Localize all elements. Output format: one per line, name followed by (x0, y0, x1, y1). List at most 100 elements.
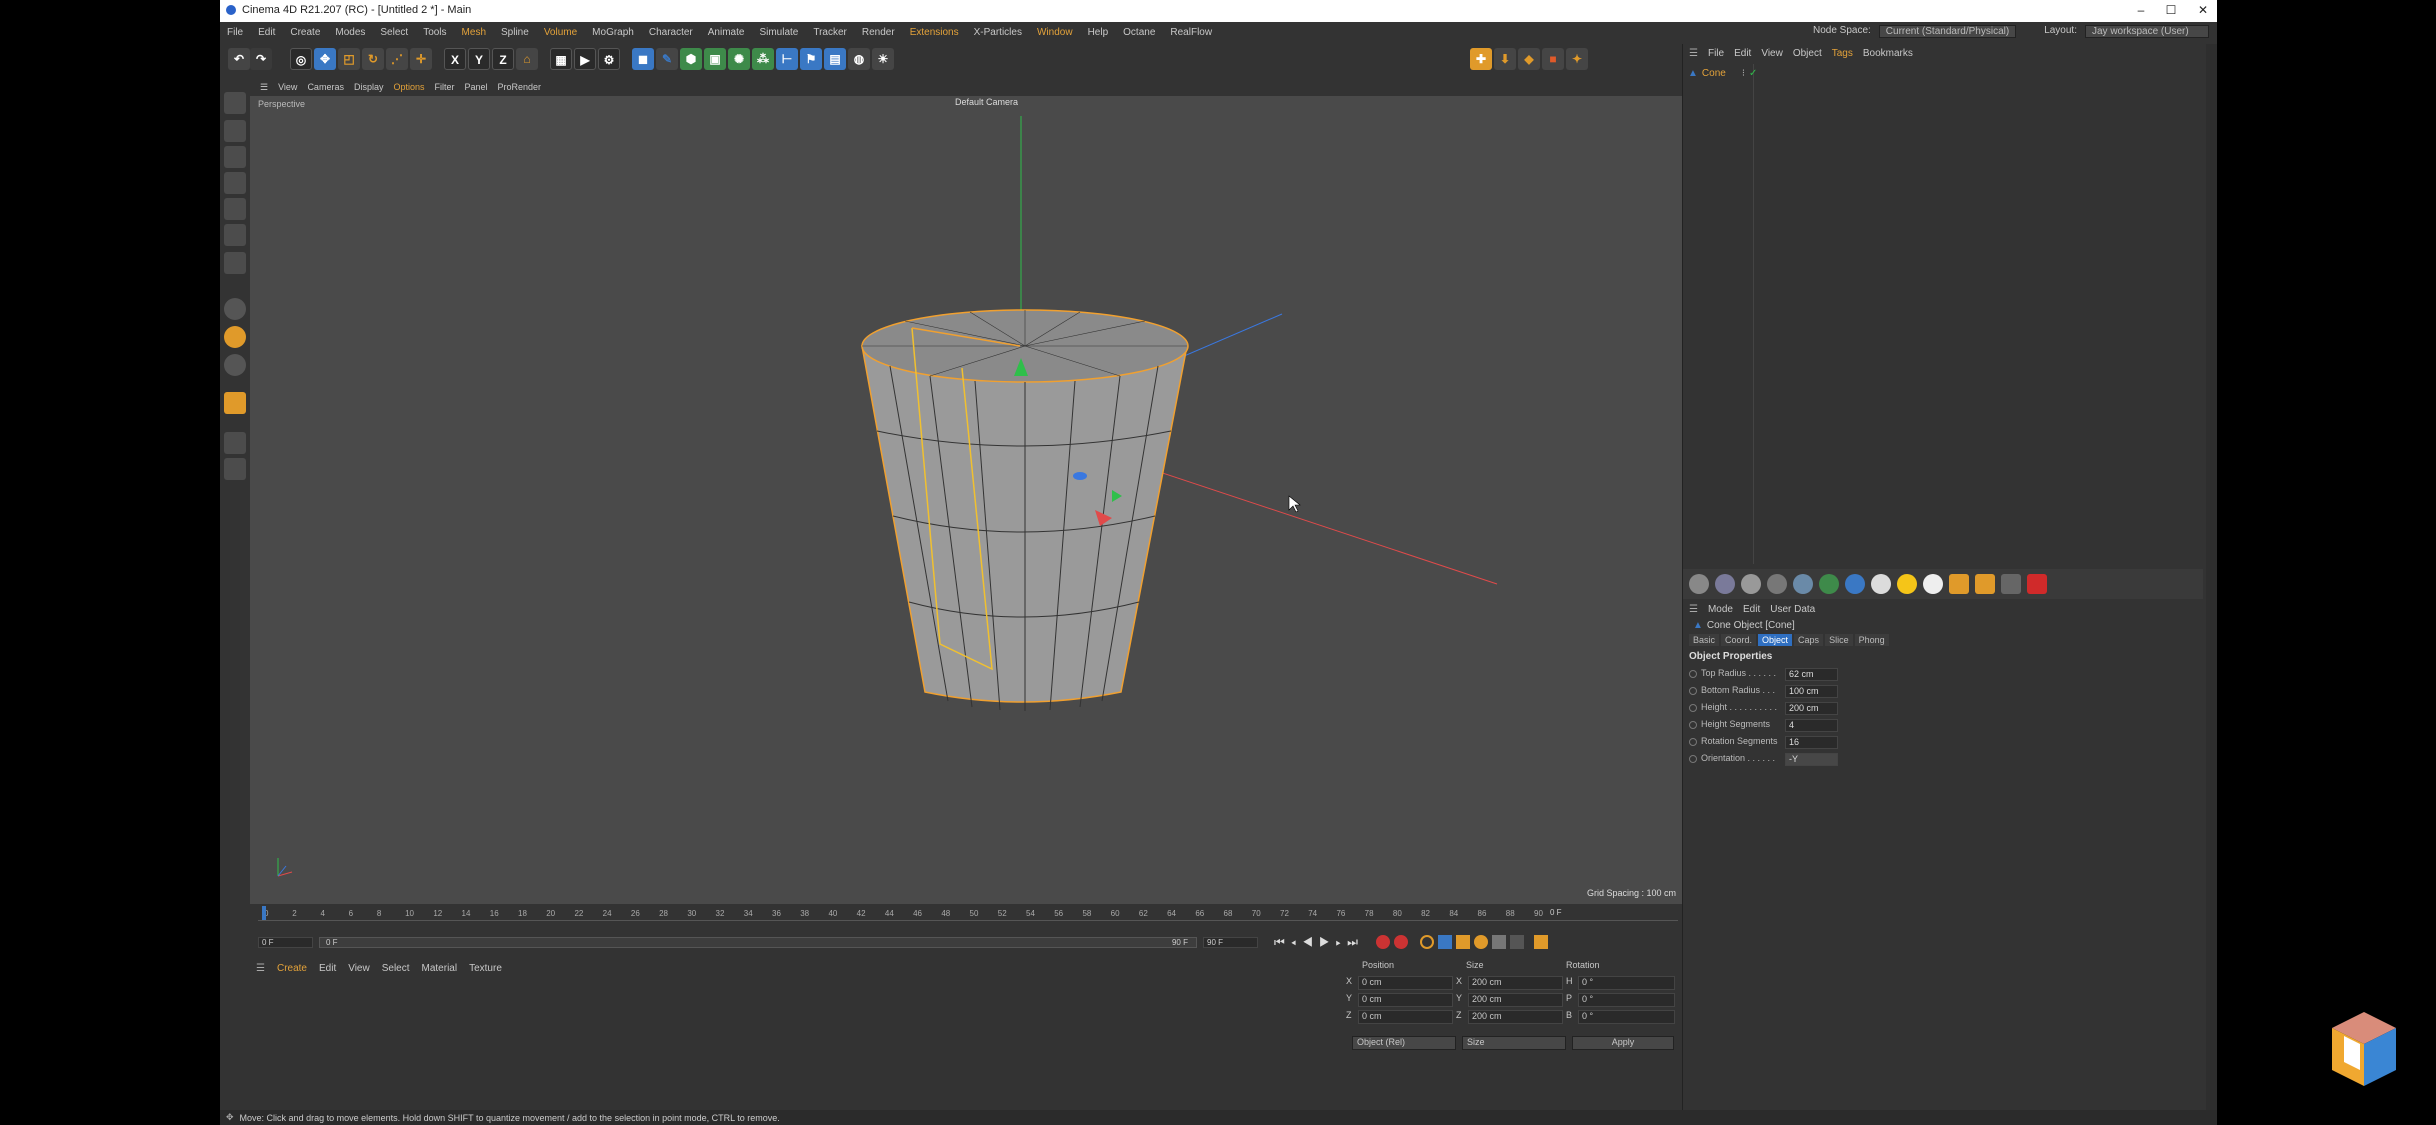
edges-mode-icon[interactable] (224, 224, 246, 246)
cloner-icon[interactable]: ⁂ (752, 48, 774, 70)
material-menu-view[interactable]: View (348, 963, 370, 974)
animate-property-icon[interactable] (1689, 687, 1697, 695)
keyframe-selection-icon[interactable] (1419, 935, 1434, 949)
object-manager-menu-tags[interactable]: Tags (1832, 48, 1853, 59)
menu-item-volume[interactable]: Volume (544, 27, 585, 38)
tab-phong[interactable]: Phong (1854, 634, 1889, 646)
attribute-menu-mode[interactable]: Mode (1708, 604, 1733, 615)
solo-icon[interactable] (224, 392, 246, 414)
menu-item-render[interactable]: Render (862, 27, 903, 38)
coordinate-mode-dropdown[interactable]: Object (Rel) (1352, 1036, 1456, 1050)
material-ball-icon-5[interactable] (1793, 574, 1813, 594)
octane-object-icon-1[interactable] (1949, 574, 1969, 594)
download-icon[interactable]: ⬇ (1494, 48, 1516, 70)
snap-icon-2[interactable] (224, 326, 246, 348)
camera-icon[interactable]: ◍ (848, 48, 870, 70)
plugin-icon-3[interactable]: ✦ (1566, 48, 1588, 70)
scale-tool-icon[interactable]: ◰ (338, 48, 360, 70)
animate-property-icon[interactable] (1689, 721, 1697, 729)
property-value-field[interactable]: 62 cm (1785, 668, 1838, 681)
menu-item-create[interactable]: Create (290, 27, 328, 38)
viewport-menu-prorender[interactable]: ProRender (498, 82, 542, 92)
parameter-key-icon[interactable] (1491, 935, 1506, 949)
material-ball-icon-7[interactable] (1845, 574, 1865, 594)
object-row-cone[interactable]: ▲ Cone ⁝ ✓ (1688, 68, 1757, 79)
perspective-viewport[interactable]: ☰ View Cameras Display Options Filter Panel Pro… (250, 78, 1682, 904)
material-menu-edit[interactable]: Edit (319, 963, 336, 974)
scale-key-icon[interactable] (1455, 935, 1470, 949)
start-frame-field[interactable]: 0 F (258, 936, 313, 948)
polygons-mode-icon[interactable] (224, 252, 246, 274)
menu-item-help[interactable]: Help (1088, 27, 1117, 38)
rotate-tool-icon[interactable]: ↻ (362, 48, 384, 70)
property-value-field[interactable]: 4 (1785, 719, 1838, 732)
viewport-menu-options[interactable]: Options (393, 82, 424, 92)
size-mode-dropdown[interactable]: Size (1462, 1036, 1566, 1050)
undo-icon[interactable]: ↶ (228, 48, 250, 70)
apply-button[interactable]: Apply (1572, 1036, 1674, 1050)
snap-icon-1[interactable] (224, 298, 246, 320)
object-manager-menu-file[interactable]: File (1708, 48, 1724, 59)
enabled-check-icon[interactable]: ✓ (1749, 68, 1757, 79)
subdivision-icon[interactable]: ⬢ (680, 48, 702, 70)
viewport-menu-cameras[interactable]: Cameras (307, 82, 344, 92)
tab-slice[interactable]: Slice (1825, 634, 1853, 646)
tab-object[interactable]: Object (1758, 634, 1793, 646)
array-icon[interactable]: ▣ (704, 48, 726, 70)
sun-icon[interactable] (1897, 574, 1917, 594)
material-menu-select[interactable]: Select (382, 963, 410, 974)
menu-item-file[interactable]: File (227, 27, 251, 38)
position-z-field[interactable]: 0 cm (1358, 1010, 1453, 1024)
menu-item-octane[interactable]: Octane (1123, 27, 1163, 38)
attribute-menu-edit[interactable]: Edit (1743, 604, 1760, 615)
menu-item-select[interactable]: Select (380, 27, 416, 38)
rotation-h-field[interactable]: 0 ° (1578, 976, 1675, 990)
material-ball-icon-4[interactable] (1767, 574, 1787, 594)
attribute-menu-user-data[interactable]: User Data (1770, 604, 1815, 615)
playback-controls[interactable]: ⏮◂◀▶▸⏭ (1274, 935, 1364, 950)
material-ball-icon-8[interactable] (1871, 574, 1891, 594)
record-icon[interactable] (1375, 935, 1390, 949)
field-icon[interactable]: ⊢ (776, 48, 798, 70)
rotation-key-icon[interactable] (1473, 935, 1488, 949)
layer-icon[interactable] (224, 432, 246, 454)
y-axis-lock-icon[interactable]: Y (468, 48, 490, 70)
tab-basic[interactable]: Basic (1689, 634, 1720, 646)
position-y-field[interactable]: 0 cm (1358, 993, 1453, 1007)
menu-item-animate[interactable]: Animate (708, 27, 753, 38)
redo-icon[interactable]: ↷ (250, 48, 272, 70)
object-manager-menu-view[interactable]: View (1761, 48, 1783, 59)
maximize-icon[interactable]: ☐ (2163, 3, 2179, 19)
viewport-menu-panel[interactable]: Panel (465, 82, 488, 92)
octane-object-icon-2[interactable] (1975, 574, 1995, 594)
hamburger-icon[interactable]: ☰ (260, 82, 268, 93)
plugin-icon-1[interactable]: ◆ (1518, 48, 1540, 70)
menu-item-tools[interactable]: Tools (423, 27, 454, 38)
texture-mode-icon[interactable] (224, 146, 246, 168)
size-z-field[interactable]: 200 cm (1468, 1010, 1563, 1024)
menu-item-simulate[interactable]: Simulate (759, 27, 806, 38)
coordinate-system-icon[interactable]: ⌂ (516, 48, 538, 70)
menu-item-mograph[interactable]: MoGraph (592, 27, 642, 38)
lock-workplane-icon[interactable] (224, 458, 246, 480)
pen-icon[interactable]: ✎ (656, 48, 678, 70)
add-icon[interactable]: ✚ (1470, 48, 1492, 70)
tab-caps[interactable]: Caps (1794, 634, 1824, 646)
end-frame-field[interactable]: 90 F (1203, 936, 1258, 948)
menu-item-character[interactable]: Character (649, 27, 701, 38)
rotation-p-field[interactable]: 0 ° (1578, 993, 1675, 1007)
live-selection-icon[interactable]: ◎ (290, 48, 312, 70)
size-y-field[interactable]: 200 cm (1468, 993, 1563, 1007)
property-value-field[interactable]: -Y (1785, 753, 1838, 766)
snap-icon-3[interactable] (224, 354, 246, 376)
menu-item-extensions[interactable]: Extensions (910, 27, 967, 38)
visibility-toggle-icon[interactable]: ⁝ (1742, 68, 1745, 79)
menu-item-spline[interactable]: Spline (501, 27, 537, 38)
viewport-menu-view[interactable]: View (278, 82, 297, 92)
close-icon[interactable]: ✕ (2195, 3, 2211, 19)
material-menu-texture[interactable]: Texture (469, 963, 502, 974)
position-x-field[interactable]: 0 cm (1358, 976, 1453, 990)
workplane-icon[interactable] (224, 172, 246, 194)
material-menu-material[interactable]: Material (422, 963, 458, 974)
node-space-dropdown[interactable]: Current (Standard/Physical) (1878, 25, 2017, 38)
